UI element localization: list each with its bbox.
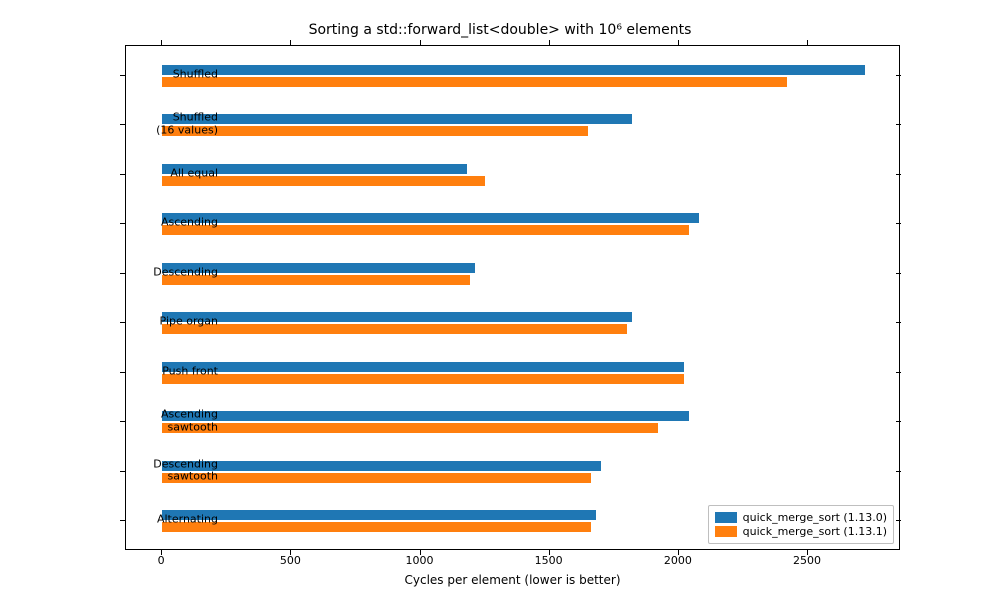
y-tick bbox=[896, 471, 901, 472]
legend-entry: quick_merge_sort (1.13.1) bbox=[715, 525, 887, 538]
bar bbox=[162, 77, 787, 87]
x-tick-label: 1000 bbox=[406, 554, 434, 567]
y-tick bbox=[896, 124, 901, 125]
y-tick bbox=[120, 421, 125, 422]
bar bbox=[162, 65, 865, 75]
figure: Sorting a std::forward_list<double> with… bbox=[0, 0, 1000, 600]
axes: Cycles per element (lower is better) qui… bbox=[125, 45, 900, 550]
x-tick bbox=[807, 40, 808, 45]
x-tick bbox=[290, 40, 291, 45]
bar bbox=[162, 374, 684, 384]
y-tick bbox=[896, 223, 901, 224]
x-tick-label: 2500 bbox=[793, 554, 821, 567]
x-tick-label: 2000 bbox=[664, 554, 692, 567]
y-tick bbox=[120, 471, 125, 472]
y-tick bbox=[896, 273, 901, 274]
axes-frame bbox=[125, 45, 900, 550]
y-tick bbox=[120, 124, 125, 125]
bar bbox=[162, 411, 689, 421]
chart-title: Sorting a std::forward_list<double> with… bbox=[0, 22, 1000, 38]
bar bbox=[162, 126, 588, 136]
x-tick bbox=[678, 40, 679, 45]
x-axis-label: Cycles per element (lower is better) bbox=[125, 573, 900, 587]
bar bbox=[162, 522, 591, 532]
y-tick bbox=[896, 372, 901, 373]
y-tick bbox=[120, 174, 125, 175]
bar bbox=[162, 312, 632, 322]
x-tick-label: 500 bbox=[280, 554, 301, 567]
x-tick bbox=[549, 40, 550, 45]
y-tick bbox=[896, 75, 901, 76]
y-tick bbox=[120, 223, 125, 224]
bar bbox=[162, 461, 601, 471]
x-tick-label: 1500 bbox=[535, 554, 563, 567]
plot-area bbox=[126, 46, 899, 549]
legend-label: quick_merge_sort (1.13.1) bbox=[743, 525, 887, 538]
y-tick bbox=[120, 273, 125, 274]
legend-swatch bbox=[715, 512, 737, 523]
y-tick-label: Push front bbox=[162, 365, 218, 378]
y-tick bbox=[896, 520, 901, 521]
y-tick bbox=[896, 322, 901, 323]
y-tick bbox=[896, 174, 901, 175]
y-tick-label: All equal bbox=[170, 168, 218, 181]
legend-swatch bbox=[715, 526, 737, 537]
y-tick bbox=[120, 322, 125, 323]
bar bbox=[162, 423, 658, 433]
y-tick bbox=[896, 421, 901, 422]
bar bbox=[162, 510, 596, 520]
bar bbox=[162, 473, 591, 483]
legend-entry: quick_merge_sort (1.13.0) bbox=[715, 511, 887, 524]
y-tick-label: Descending sawtooth bbox=[153, 458, 218, 483]
bar bbox=[162, 114, 632, 124]
y-tick-label: Ascending bbox=[161, 217, 218, 230]
y-tick bbox=[120, 75, 125, 76]
legend-label: quick_merge_sort (1.13.0) bbox=[743, 511, 887, 524]
x-tick bbox=[161, 40, 162, 45]
bar bbox=[162, 213, 699, 223]
bar bbox=[162, 324, 627, 334]
bar bbox=[162, 225, 689, 235]
y-tick-label: Alternating bbox=[157, 514, 218, 527]
x-tick-label: 0 bbox=[158, 554, 165, 567]
bar bbox=[162, 362, 684, 372]
y-tick bbox=[120, 520, 125, 521]
legend: quick_merge_sort (1.13.0)quick_merge_sor… bbox=[708, 505, 894, 544]
y-tick-label: Descending bbox=[153, 266, 218, 279]
y-tick bbox=[120, 372, 125, 373]
x-tick bbox=[420, 40, 421, 45]
y-tick-label: Pipe organ bbox=[160, 316, 218, 329]
y-tick-label: Shuffled (16 values) bbox=[156, 112, 218, 137]
y-tick-label: Ascending sawtooth bbox=[161, 408, 218, 433]
y-tick-label: Shuffled bbox=[173, 69, 218, 82]
